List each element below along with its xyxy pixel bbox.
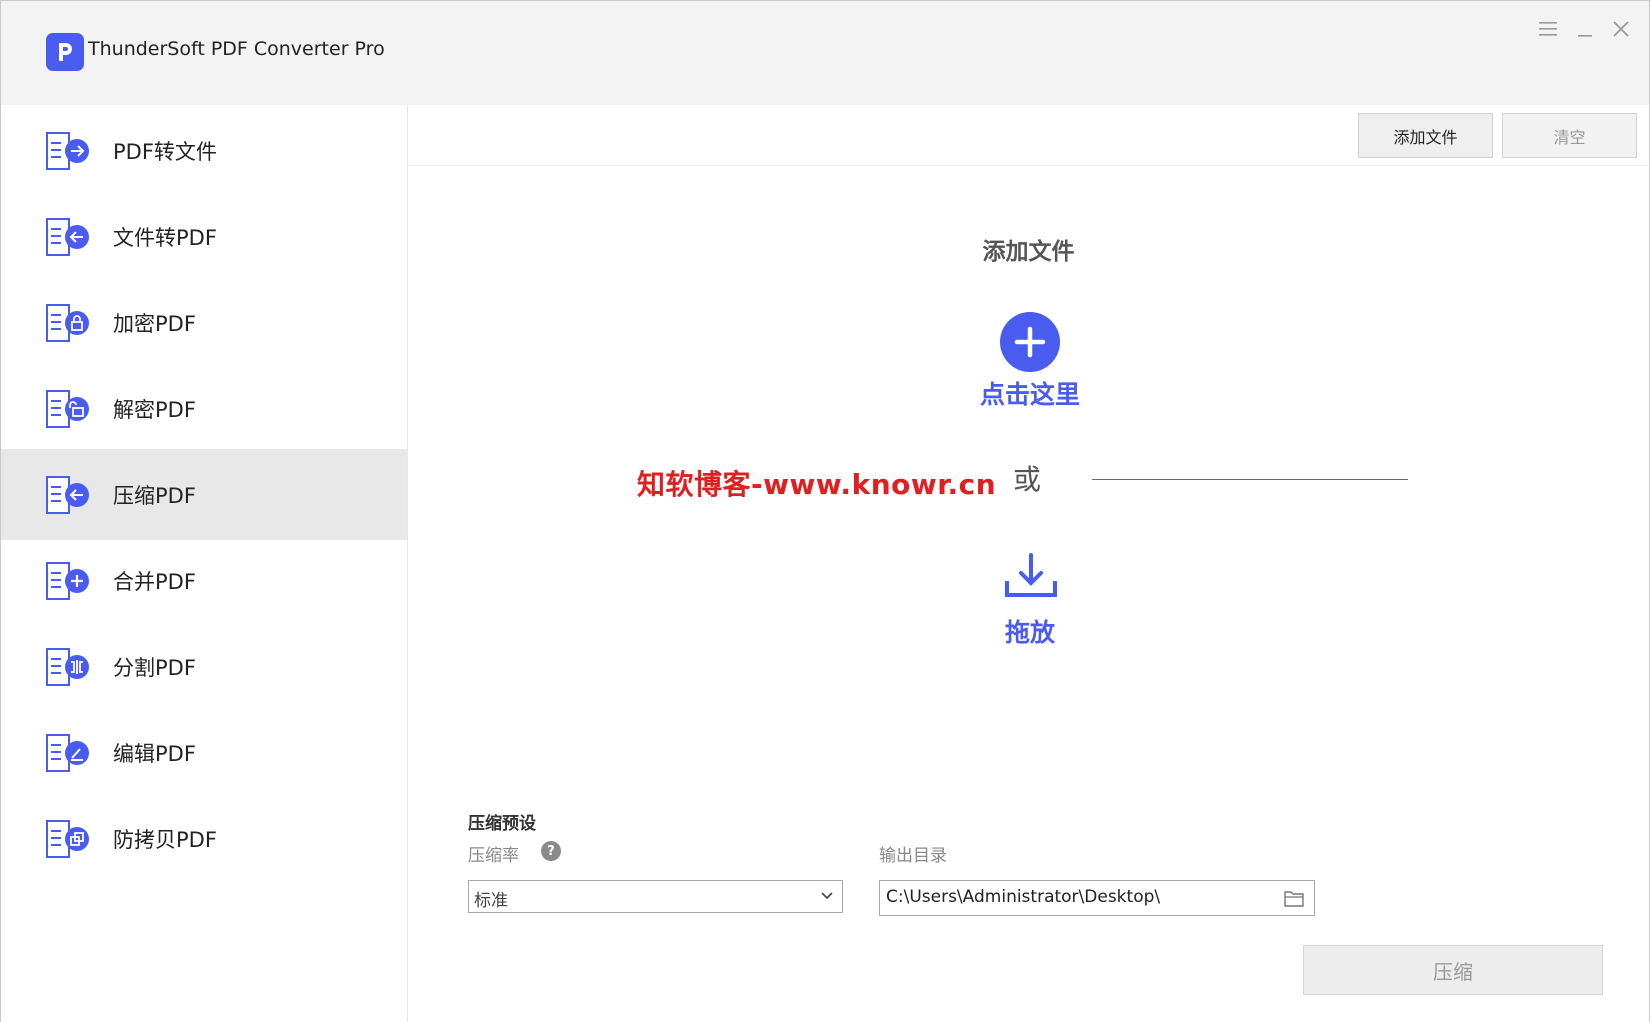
sidebar-item-label: PDF转文件 xyxy=(113,139,217,164)
split-icon xyxy=(46,647,89,686)
merge-icon xyxy=(46,561,89,600)
clear-button[interactable]: 清空 xyxy=(1502,113,1637,158)
watermark-text: 知软博客-www.knowr.cn xyxy=(637,468,997,501)
compression-rate-label: 压缩率 xyxy=(468,846,519,866)
sidebar-item-label: 加密PDF xyxy=(113,311,196,336)
toolbar: 添加文件 清空 xyxy=(408,105,1649,166)
compress-button[interactable]: 压缩 xyxy=(1303,945,1603,995)
sidebar-item-compress[interactable]: 压缩PDF xyxy=(1,449,407,540)
pdf-to-file-icon xyxy=(46,131,89,170)
sidebar-item-pdf-to-file[interactable]: PDF转文件 xyxy=(1,105,407,196)
menu-icon[interactable] xyxy=(1534,15,1562,43)
add-plus-icon[interactable] xyxy=(1000,312,1060,372)
output-path-value: C:\Users\Administrator\Desktop\ xyxy=(886,887,1161,907)
dropzone-title: 添加文件 xyxy=(982,239,1075,265)
sidebar-item-edit[interactable]: 编辑PDF xyxy=(1,707,407,798)
main-panel: 添加文件 清空 添加文件 点击这里 知软博客-www.knowr.cn 或 拖放… xyxy=(408,105,1649,1022)
edit-icon xyxy=(46,733,89,772)
sidebar-item-label: 压缩PDF xyxy=(113,483,196,508)
unlock-icon xyxy=(46,389,89,428)
sidebar: PDF转文件 文件转PDF 加密PDF 解密PDF 压缩PDF 合并PDF 分割… xyxy=(1,105,408,1022)
compress-icon xyxy=(46,475,89,514)
sidebar-item-merge[interactable]: 合并PDF xyxy=(1,535,407,626)
minimize-icon[interactable] xyxy=(1571,15,1599,43)
app-title: ThunderSoft PDF Converter Pro xyxy=(88,38,385,60)
sidebar-item-split[interactable]: 分割PDF xyxy=(1,621,407,712)
folder-icon[interactable] xyxy=(1284,889,1304,907)
compression-rate-value: 标准 xyxy=(474,891,508,911)
or-text: 或 xyxy=(1013,463,1042,496)
divider-line xyxy=(1092,479,1408,480)
file-to-pdf-icon xyxy=(46,217,89,256)
drag-drop-label: 拖放 xyxy=(1004,618,1055,647)
click-here-link[interactable]: 点击这里 xyxy=(408,375,1650,411)
sidebar-item-encrypt[interactable]: 加密PDF xyxy=(1,277,407,368)
output-path-field[interactable]: C:\Users\Administrator\Desktop\ xyxy=(879,880,1315,916)
app-window: ThunderSoft PDF Converter Pro PDF转文件 文件转… xyxy=(0,0,1650,1022)
chevron-down-icon xyxy=(821,892,833,900)
sidebar-item-decrypt[interactable]: 解密PDF xyxy=(1,363,407,454)
sidebar-item-copy-protect[interactable]: 防拷贝PDF xyxy=(1,793,407,884)
sidebar-item-label: 编辑PDF xyxy=(113,741,196,766)
app-logo-icon xyxy=(46,33,84,71)
copy-protect-icon xyxy=(46,819,89,858)
sidebar-item-label: 防拷贝PDF xyxy=(113,827,217,852)
add-file-button[interactable]: 添加文件 xyxy=(1358,113,1493,158)
output-dir-label: 输出目录 xyxy=(879,846,947,866)
sidebar-item-label: 解密PDF xyxy=(113,397,196,422)
title-bar: ThunderSoft PDF Converter Pro xyxy=(1,1,1649,105)
lock-icon xyxy=(46,303,89,342)
sidebar-item-label: 合并PDF xyxy=(113,569,196,594)
compression-rate-select[interactable]: 标准 xyxy=(468,880,843,913)
compress-preset-title: 压缩预设 xyxy=(468,814,536,834)
download-drop-icon[interactable] xyxy=(1002,551,1060,601)
sidebar-item-label: 文件转PDF xyxy=(113,225,217,250)
close-icon[interactable] xyxy=(1607,15,1635,43)
help-icon[interactable]: ? xyxy=(541,841,561,861)
sidebar-item-label: 分割PDF xyxy=(113,655,196,680)
sidebar-item-file-to-pdf[interactable]: 文件转PDF xyxy=(1,191,407,282)
